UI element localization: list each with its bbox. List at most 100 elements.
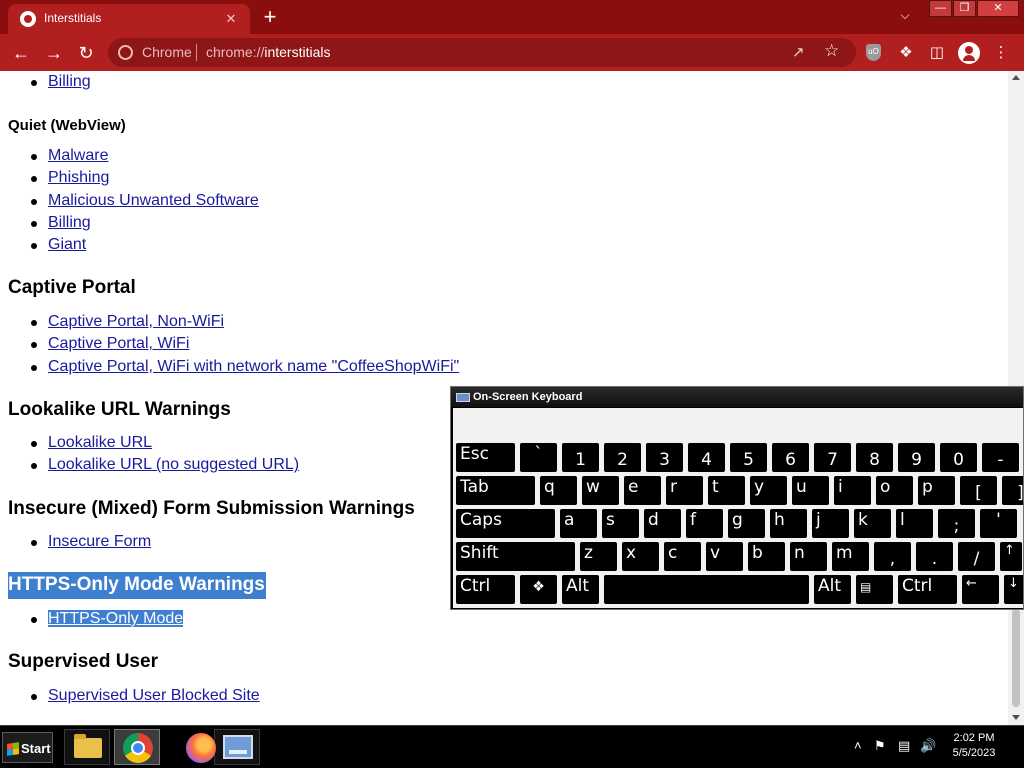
taskbar-osk[interactable] <box>214 729 260 765</box>
link-billing[interactable]: Billing <box>48 73 91 90</box>
key-ctrl-left[interactable]: Ctrl <box>456 575 515 604</box>
key-j[interactable]: j <box>812 509 849 538</box>
key-3[interactable]: 3 <box>646 443 683 472</box>
key-h[interactable]: h <box>770 509 807 538</box>
link-phishing[interactable]: Phishing <box>48 169 109 186</box>
reload-icon[interactable]: ↻ <box>72 39 100 67</box>
side-panel-icon[interactable]: ◫ <box>926 42 948 64</box>
key-k[interactable]: k <box>854 509 891 538</box>
extensions-puzzle-icon[interactable]: ❖ <box>895 42 917 64</box>
ublock-extension-icon[interactable]: uO <box>866 44 881 61</box>
key-left-arrow[interactable]: ← <box>962 575 999 604</box>
key-y[interactable]: y <box>750 476 787 505</box>
key-m[interactable]: m <box>832 542 869 571</box>
kebab-menu-icon[interactable]: ⋮ <box>990 42 1012 64</box>
restore-button[interactable]: ❐ <box>953 0 976 17</box>
firefox-icon[interactable] <box>186 733 216 763</box>
key-right-bracket[interactable]: ] <box>1002 476 1023 505</box>
key-5[interactable]: 5 <box>730 443 767 472</box>
minimize-button[interactable]: — <box>929 0 952 17</box>
key-n[interactable]: n <box>790 542 827 571</box>
link-lookalike-url-no-suggestion[interactable]: Lookalike URL (no suggested URL) <box>48 456 299 473</box>
key-c[interactable]: c <box>664 542 701 571</box>
key-o[interactable]: o <box>876 476 913 505</box>
key-up-arrow[interactable]: ↑ <box>1000 542 1022 571</box>
key-2[interactable]: 2 <box>604 443 641 472</box>
link-billing[interactable]: Billing <box>48 214 91 231</box>
key-q[interactable]: q <box>540 476 577 505</box>
link-malware[interactable]: Malware <box>48 147 108 164</box>
key-v[interactable]: v <box>706 542 743 571</box>
key-semicolon[interactable]: ; <box>938 509 975 538</box>
tab-close-icon[interactable]: ✕ <box>222 10 240 28</box>
key-b[interactable]: b <box>748 542 785 571</box>
key-space[interactable] <box>604 575 809 604</box>
key-slash[interactable]: / <box>958 542 995 571</box>
key-minus[interactable]: - <box>982 443 1019 472</box>
key-x[interactable]: x <box>622 542 659 571</box>
key-1[interactable]: 1 <box>562 443 599 472</box>
share-icon[interactable]: ↗ <box>792 43 805 61</box>
key-d[interactable]: d <box>644 509 681 538</box>
network-icon[interactable]: ▤ <box>898 738 910 754</box>
key-l[interactable]: l <box>896 509 933 538</box>
key-tab[interactable]: Tab <box>456 476 535 505</box>
key-0[interactable]: 0 <box>940 443 977 472</box>
omnibox-url[interactable]: chrome://interstitials <box>206 44 331 60</box>
key-comma[interactable]: , <box>874 542 911 571</box>
key-7[interactable]: 7 <box>814 443 851 472</box>
bookmark-star-icon[interactable]: ☆ <box>824 41 839 61</box>
window-close-button[interactable]: ✕ <box>977 0 1019 17</box>
scroll-up-arrow-icon[interactable] <box>1012 75 1020 80</box>
link-supervised-user-blocked-site[interactable]: Supervised User Blocked Site <box>48 687 260 704</box>
key-quote[interactable]: ' <box>980 509 1017 538</box>
key-e[interactable]: e <box>624 476 661 505</box>
key-caps[interactable]: Caps <box>456 509 555 538</box>
key-backtick[interactable]: ` <box>520 443 557 472</box>
link-captive-portal-wifi-named[interactable]: Captive Portal, WiFi with network name "… <box>48 358 459 375</box>
key-down-arrow[interactable]: ↓ <box>1004 575 1023 604</box>
key-a[interactable]: a <box>560 509 597 538</box>
key-8[interactable]: 8 <box>856 443 893 472</box>
link-https-only-mode[interactable]: HTTPS-Only Mode <box>48 610 184 627</box>
key-g[interactable]: g <box>728 509 765 538</box>
key-ctrl-right[interactable]: Ctrl <box>898 575 957 604</box>
new-tab-button[interactable]: + <box>256 4 284 30</box>
link-captive-portal-non-wifi[interactable]: Captive Portal, Non-WiFi <box>48 313 224 330</box>
key-period[interactable]: . <box>916 542 953 571</box>
key-t[interactable]: t <box>708 476 745 505</box>
key-alt-left[interactable]: Alt <box>562 575 599 604</box>
key-9[interactable]: 9 <box>898 443 935 472</box>
volume-icon[interactable]: 🔊 <box>920 738 936 754</box>
taskbar-explorer[interactable] <box>64 729 110 765</box>
key-6[interactable]: 6 <box>772 443 809 472</box>
key-z[interactable]: z <box>580 542 617 571</box>
tray-chevron-icon[interactable]: ˄ <box>854 738 862 753</box>
link-lookalike-url[interactable]: Lookalike URL <box>48 434 152 451</box>
start-button[interactable]: Start <box>2 732 53 763</box>
key-r[interactable]: r <box>666 476 703 505</box>
key-windows[interactable]: ❖ <box>520 575 557 604</box>
tab-interstitials[interactable]: Interstitials ✕ <box>8 4 250 34</box>
key-i[interactable]: i <box>834 476 871 505</box>
osk-titlebar[interactable]: On-Screen Keyboard <box>451 387 1023 407</box>
key-s[interactable]: s <box>602 509 639 538</box>
key-f[interactable]: f <box>686 509 723 538</box>
tab-search-chevron-icon[interactable]: ⌵ <box>894 8 916 28</box>
key-menu[interactable]: ▤ <box>856 575 893 604</box>
address-bar[interactable]: Chrome chrome://interstitials ↗ ☆ <box>108 38 856 67</box>
key-4[interactable]: 4 <box>688 443 725 472</box>
action-center-flag-icon[interactable]: ⚑ <box>874 738 886 754</box>
scroll-down-arrow-icon[interactable] <box>1012 715 1020 720</box>
key-alt-right[interactable]: Alt <box>814 575 851 604</box>
key-u[interactable]: u <box>792 476 829 505</box>
taskbar-chrome[interactable] <box>114 729 160 765</box>
key-shift[interactable]: Shift <box>456 542 575 571</box>
key-esc[interactable]: Esc <box>456 443 515 472</box>
link-captive-portal-wifi[interactable]: Captive Portal, WiFi <box>48 335 189 352</box>
forward-arrow-icon[interactable]: → <box>40 39 68 67</box>
profile-avatar-icon[interactable] <box>958 42 980 64</box>
key-left-bracket[interactable]: [ <box>960 476 997 505</box>
scroll-thumb[interactable] <box>1012 609 1020 707</box>
system-clock[interactable]: 2:02 PM 5/5/2023 <box>944 731 1004 761</box>
